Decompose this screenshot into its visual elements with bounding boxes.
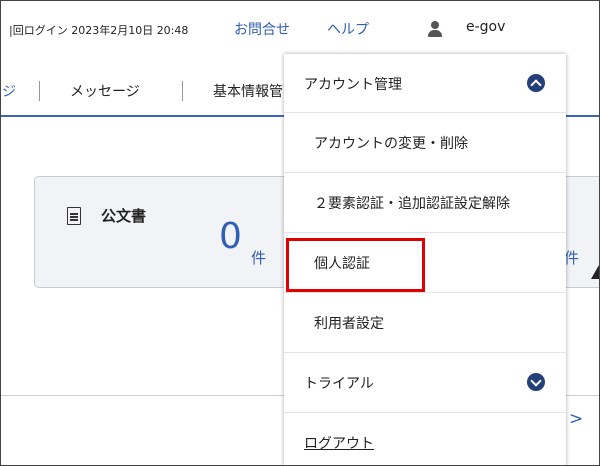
menu-item-label: ２要素認証・追加認証設定解除	[314, 196, 510, 212]
help-link[interactable]: ヘルプ	[327, 19, 369, 39]
menu-item-account-change[interactable]: アカウントの変更・削除	[284, 113, 566, 173]
nav-separator	[39, 81, 40, 101]
document-icon	[67, 207, 81, 225]
trial-label: トライアル	[304, 376, 374, 392]
corner-triangle-icon	[591, 265, 599, 279]
collapse-account-button[interactable]	[527, 74, 545, 92]
menu-item-label: アカウントの変更・削除	[314, 136, 468, 152]
logout-item[interactable]: ログアウト	[284, 413, 566, 465]
chevron-right-icon[interactable]: >	[569, 409, 583, 429]
nav-item-partial[interactable]: ジ	[2, 81, 16, 101]
nav-separator	[182, 81, 183, 101]
last-login-text: |回ログイン 2023年2月10日 20:48	[9, 24, 189, 37]
second-count-unit: 件	[564, 249, 580, 267]
user-icon[interactable]	[427, 20, 443, 38]
menu-item-label: 利用者設定	[314, 316, 384, 332]
account-management-header[interactable]: アカウント管理	[284, 54, 566, 113]
trial-header[interactable]: トライアル	[284, 353, 566, 413]
menu-item-user-settings[interactable]: 利用者設定	[284, 293, 566, 353]
account-management-label: アカウント管理	[304, 77, 402, 93]
header: |回ログイン 2023年2月10日 20:48 お問合せ ヘルプ e-gov	[1, 1, 599, 55]
app-frame: |回ログイン 2023年2月10日 20:48 お問合せ ヘルプ e-gov ジ…	[0, 0, 600, 466]
logout-link[interactable]: ログアウト	[304, 433, 374, 453]
contact-link[interactable]: お問合せ	[234, 19, 290, 39]
chevron-up-icon	[530, 79, 542, 91]
card-title: 公文書	[101, 207, 147, 225]
user-name[interactable]: e-gov	[466, 19, 505, 35]
menu-item-two-factor-reset[interactable]: ２要素認証・追加認証設定解除	[284, 173, 566, 233]
highlight-box	[286, 238, 425, 292]
chevron-down-icon	[530, 375, 542, 387]
nav-item-messages[interactable]: メッセージ	[70, 81, 140, 101]
expand-trial-button[interactable]	[527, 373, 545, 391]
document-count-unit: 件	[251, 249, 267, 267]
document-count[interactable]: 0	[219, 217, 242, 257]
nav-item-basic-info[interactable]: 基本情報管	[213, 81, 283, 101]
